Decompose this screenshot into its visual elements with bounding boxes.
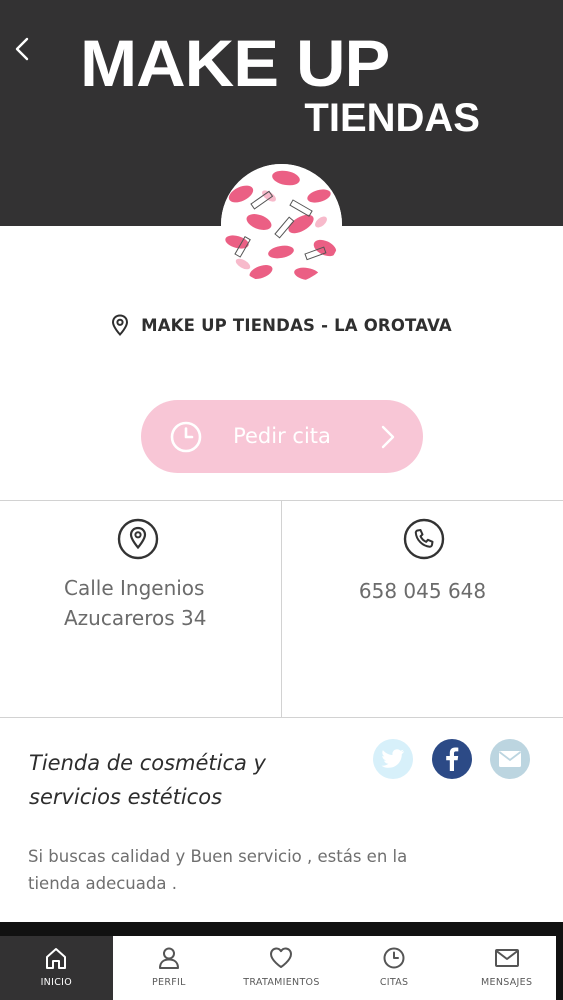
nav-label-mensajes: MENSAJES (481, 977, 533, 988)
address-line2: Azucareros 34 (64, 606, 207, 630)
nav-item-inicio[interactable]: INICIO (0, 936, 113, 1000)
address-text: Calle Ingenios Azucareros 34 (64, 573, 264, 633)
description-title: Tienda de cosmética y servicios estético… (29, 746, 329, 814)
address-line1: Calle Ingenios (64, 576, 205, 600)
divider (0, 717, 563, 718)
back-button[interactable] (8, 32, 36, 66)
nav-edge (556, 936, 563, 1000)
store-location-row: MAKE UP TIENDAS - LA OROTAVA (0, 310, 563, 340)
brand-logo-line1: MAKE UP (80, 26, 390, 100)
twitter-button[interactable] (373, 739, 413, 779)
nav-item-citas[interactable]: CITAS (338, 936, 451, 1000)
phone-circle-icon (403, 518, 445, 560)
nav-item-mensajes[interactable]: MENSAJES (450, 936, 563, 1000)
lipstick-kiss-pattern-image (221, 164, 342, 285)
chevron-left-icon (15, 37, 29, 61)
map-pin-icon (112, 314, 129, 336)
twitter-icon (381, 749, 404, 768)
description-title-line2: servicios estéticos (29, 785, 223, 809)
heart-icon (270, 947, 293, 968)
address-cell[interactable]: Calle Ingenios Azucareros 34 (0, 501, 281, 717)
bottom-nav: INICIO PERFIL TRATAMIENTOS CITAS MENSAJE… (0, 936, 563, 1000)
book-appointment-button[interactable]: Pedir cita (141, 400, 423, 473)
mail-icon (498, 751, 522, 767)
home-icon (46, 948, 67, 969)
nav-label-inicio: INICIO (40, 977, 73, 988)
clock-icon (383, 947, 405, 969)
phone-number: 658 045 648 (358, 579, 487, 603)
facebook-button[interactable] (432, 739, 472, 779)
mail-button[interactable] (490, 739, 530, 779)
envelope-icon (494, 949, 519, 967)
user-icon (158, 947, 179, 969)
phone-cell[interactable]: 658 045 648 (282, 501, 563, 717)
chevron-right-icon (381, 425, 395, 449)
nav-item-perfil[interactable]: PERFIL (113, 936, 226, 1000)
brand-logo: MAKE UP TIENDAS (80, 30, 482, 140)
nav-item-tratamientos[interactable]: TRATAMIENTOS (225, 936, 338, 1000)
store-name: MAKE UP TIENDAS - LA OROTAVA (141, 315, 452, 335)
store-avatar (221, 164, 342, 285)
description-body-line1: Si buscas calidad y Buen servicio , está… (28, 847, 408, 866)
description-body-line2: tienda adecuada . (28, 874, 177, 893)
description-body: Si buscas calidad y Buen servicio , está… (28, 843, 448, 897)
brand-logo-line2: TIENDAS (304, 96, 480, 140)
nav-label-tratamientos: TRATAMIENTOS (243, 977, 320, 988)
map-pin-circle-icon (117, 518, 159, 560)
description-title-line1: Tienda de cosmética y (29, 751, 266, 775)
facebook-icon (446, 747, 459, 771)
nav-label-perfil: PERFIL (152, 977, 186, 988)
nav-label-citas: CITAS (379, 977, 409, 988)
